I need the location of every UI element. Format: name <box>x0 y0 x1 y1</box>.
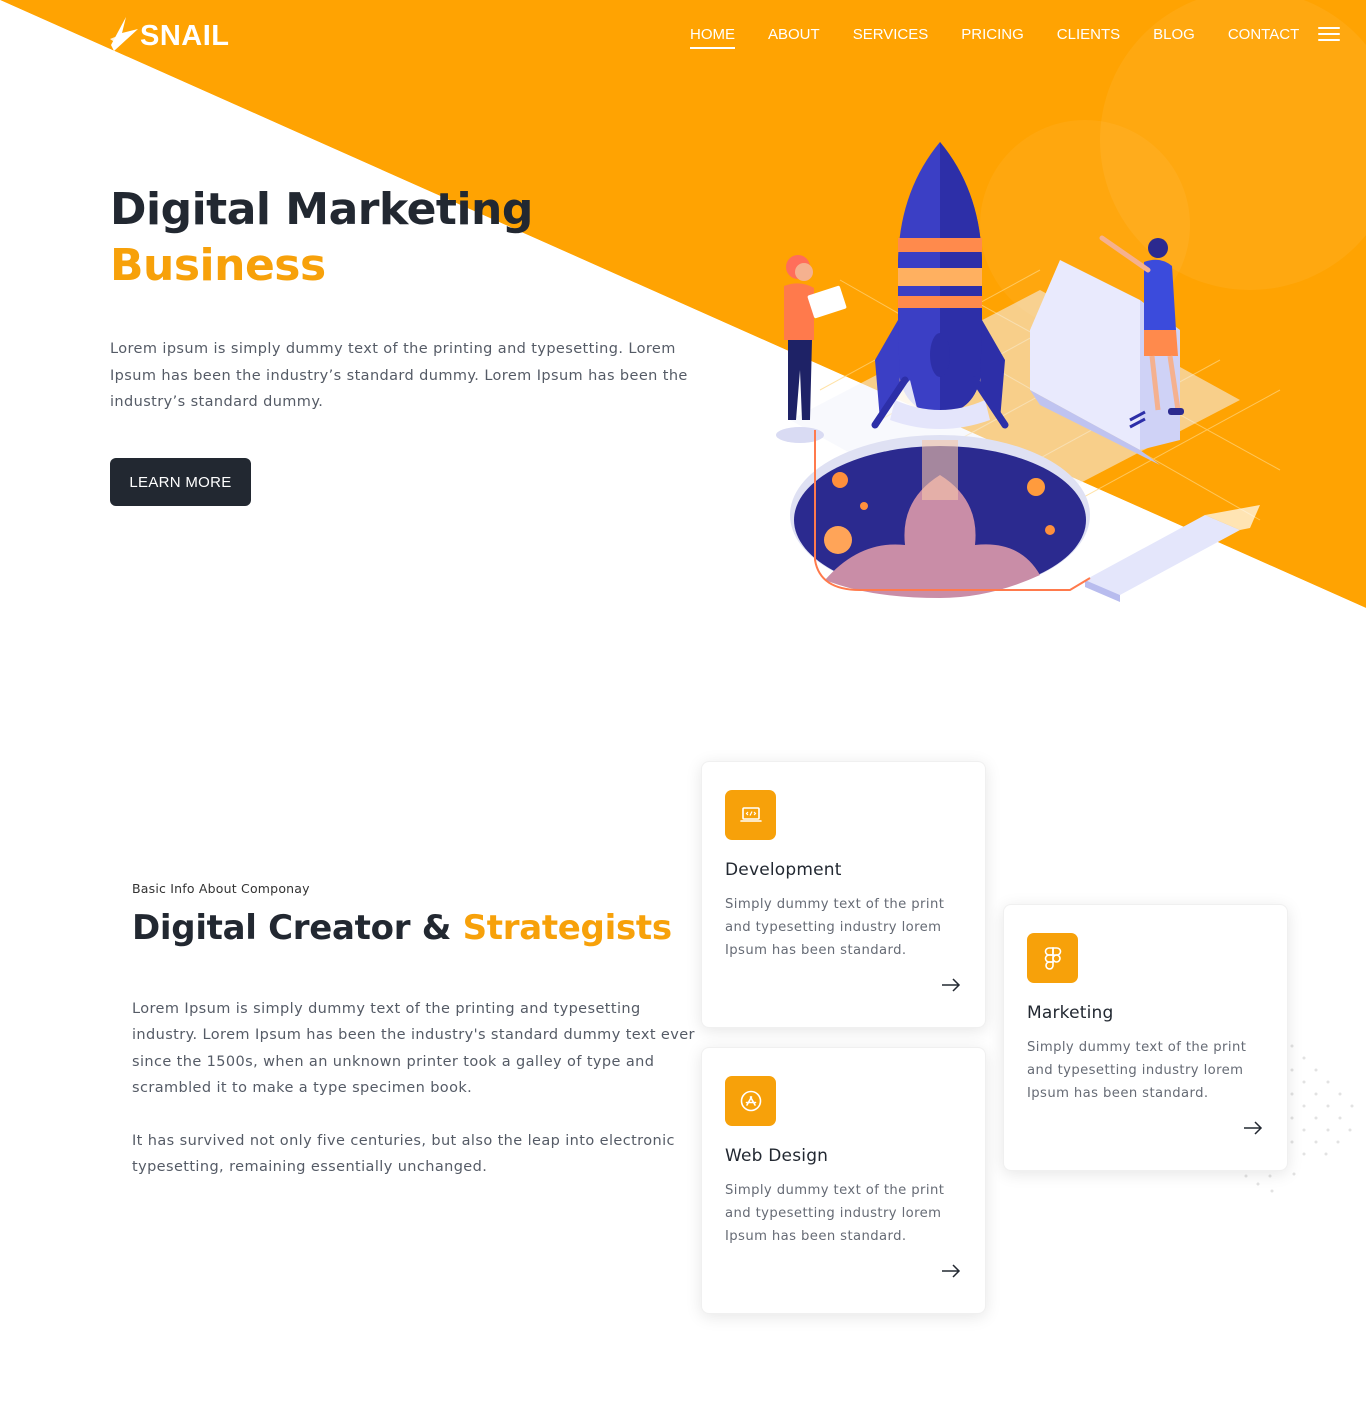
nav-item-blog[interactable]: BLOG <box>1153 26 1195 49</box>
card-text: Simply dummy text of the print and types… <box>725 1183 945 1244</box>
learn-more-button[interactable]: LEARN MORE <box>110 458 251 506</box>
about-title-main: Digital Creator & <box>132 908 463 948</box>
card-text: Simply dummy text of the print and types… <box>725 897 945 958</box>
arrow-right-icon[interactable] <box>1242 1120 1264 1136</box>
nav-item-clients[interactable]: CLIENTS <box>1057 26 1120 49</box>
service-card-marketing[interactable]: Marketing Simply dummy text of the print… <box>1003 904 1288 1171</box>
main-nav: HOME ABOUT SERVICES PRICING CLIENTS BLOG… <box>690 26 1332 49</box>
about-kicker: Basic Info About Componay <box>132 881 310 896</box>
hero-title-line1: Digital Marketing <box>110 184 533 235</box>
hero-title: Digital Marketing Business <box>110 182 533 294</box>
snail-logo-icon <box>110 16 138 51</box>
about-title-accent: Strategists <box>462 908 672 948</box>
brand-name: SNAIL <box>140 20 230 52</box>
card-title: Development <box>725 860 842 880</box>
about-paragraph-1: Lorem Ipsum is simply dummy text of the … <box>132 1001 695 1096</box>
figma-icon <box>1027 933 1078 983</box>
card-text: Simply dummy text of the print and types… <box>1027 1040 1247 1101</box>
arrow-right-icon[interactable] <box>940 977 962 993</box>
site-header: SNAIL HOME ABOUT SERVICES PRICING CLIENT… <box>0 0 1366 72</box>
nav-item-services[interactable]: SERVICES <box>853 26 929 49</box>
about-title: Digital Creator & Strategists <box>132 908 672 948</box>
hero-description: Lorem ipsum is simply dummy text of the … <box>110 341 688 410</box>
service-card-development[interactable]: Development Simply dummy text of the pri… <box>701 761 986 1028</box>
hero-title-highlight: Business <box>110 240 326 291</box>
arrow-right-icon[interactable] <box>940 1263 962 1279</box>
brand-logo[interactable]: SNAIL <box>108 14 230 53</box>
card-title: Marketing <box>1027 1003 1114 1023</box>
rocket-launch-illustration <box>776 142 1281 602</box>
nav-item-home[interactable]: HOME <box>690 26 735 49</box>
hamburger-menu-icon[interactable] <box>1318 27 1340 43</box>
nav-item-pricing[interactable]: PRICING <box>961 26 1024 49</box>
nav-item-about[interactable]: ABOUT <box>768 26 820 49</box>
about-paragraph-2: It has survived not only five centuries,… <box>132 1133 675 1176</box>
laptop-code-icon <box>725 790 776 840</box>
app-store-icon <box>725 1076 776 1126</box>
service-card-web-design[interactable]: Web Design Simply dummy text of the prin… <box>701 1047 986 1314</box>
nav-item-contact[interactable]: CONTACT <box>1228 26 1299 49</box>
card-title: Web Design <box>725 1146 829 1166</box>
